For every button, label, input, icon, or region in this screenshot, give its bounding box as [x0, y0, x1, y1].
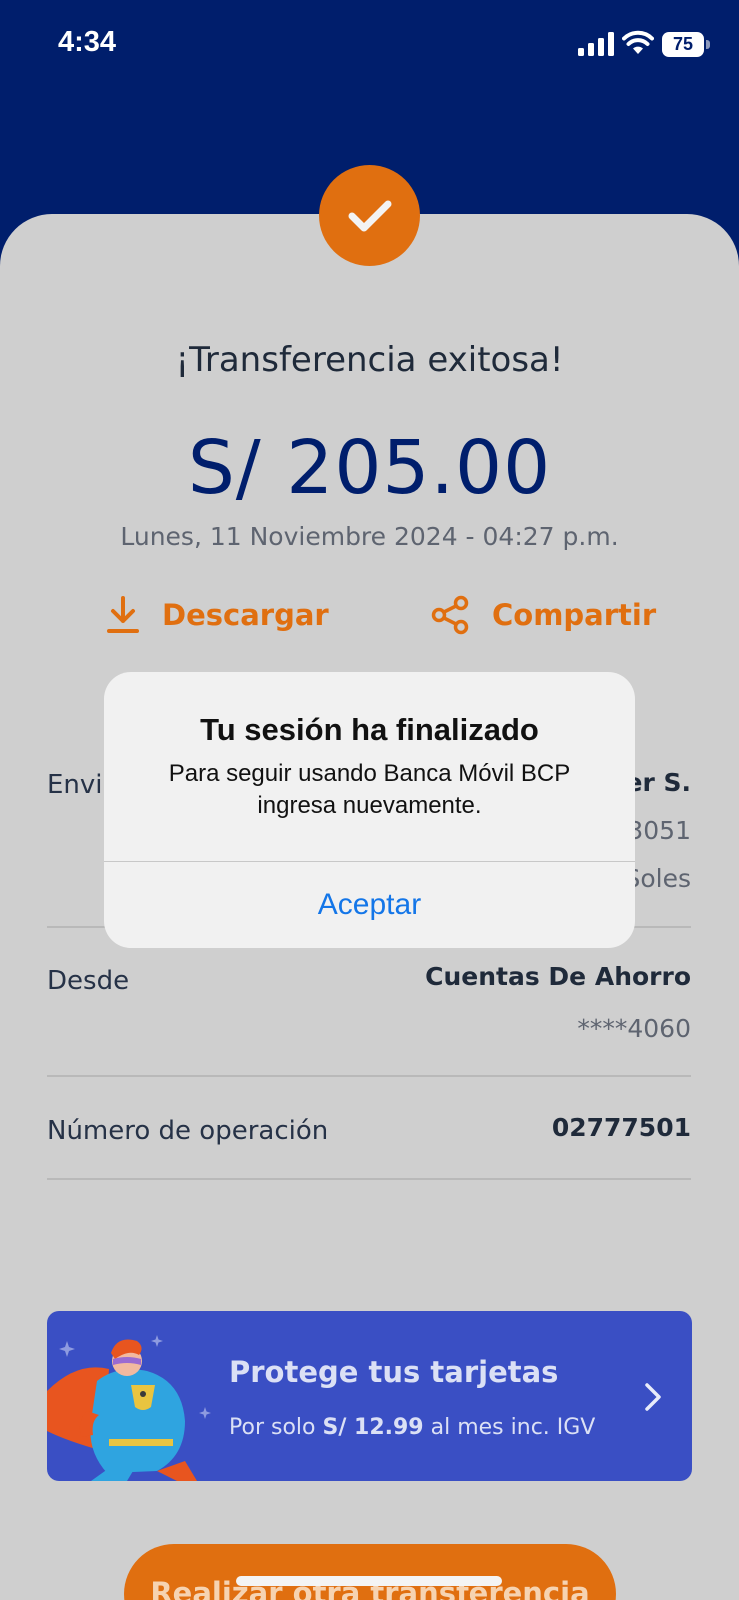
checkmark-icon [348, 200, 391, 231]
sent-to-name: er S. [625, 768, 692, 797]
status-bar: 4:34 75 [0, 0, 739, 90]
sent-to-account: 3051 [627, 816, 691, 845]
transfer-amount: S/ 205.00 [187, 425, 552, 511]
banner-price: S/ 12.99 [322, 1415, 424, 1440]
banner-subtitle-suffix: al mes inc. IGV [430, 1415, 596, 1440]
share-button[interactable]: Compartir [430, 590, 656, 640]
download-button[interactable]: Descargar [106, 590, 329, 640]
promo-banner[interactable]: Protege tus tarjetas Por solo S/ 12.99 a… [47, 1311, 692, 1481]
dialog-title: Tu sesión ha finalizado [200, 712, 539, 747]
dialog-message: Para seguir usando Banca Móvil BCP ingre… [168, 760, 571, 819]
superhero-illustration [47, 1335, 211, 1481]
status-time: 4:34 [58, 26, 117, 58]
banner-subtitle: Por solo S/ 12.99 al mes inc. IGV [229, 1415, 595, 1440]
operation-label: Número de operación [47, 1116, 329, 1146]
wifi-icon [622, 30, 654, 54]
operation-number: 02777501 [551, 1113, 691, 1142]
new-transfer-button[interactable]: Realizar otra transferencia [124, 1544, 616, 1600]
share-label: Compartir [492, 598, 657, 632]
row-divider [47, 1075, 691, 1077]
session-expired-dialog: Tu sesión ha finalizado Para seguir usan… [104, 672, 635, 948]
accept-button[interactable]: Aceptar [104, 862, 635, 948]
battery-level: 75 [662, 32, 704, 57]
banner-title: Protege tus tarjetas [229, 1355, 559, 1389]
battery-icon: 75 [662, 32, 710, 57]
from-account-number: ****4060 [577, 1014, 691, 1043]
from-label: Desde [47, 966, 130, 996]
signal-icon [578, 32, 614, 56]
row-divider [47, 1178, 691, 1180]
download-icon [107, 596, 139, 633]
from-account-type: Cuentas De Ahorro [425, 962, 691, 991]
battery-cap [706, 40, 710, 49]
home-indicator [236, 1576, 502, 1586]
success-badge [319, 165, 420, 266]
share-icon [431, 595, 469, 635]
transfer-date: Lunes, 11 Noviembre 2024 - 04:27 p.m. [120, 522, 619, 551]
chevron-right-icon [645, 1383, 661, 1411]
page-title: ¡Transferencia exitosa! [175, 340, 564, 380]
banner-subtitle-prefix: Por solo [229, 1415, 316, 1440]
download-label: Descargar [162, 598, 329, 632]
